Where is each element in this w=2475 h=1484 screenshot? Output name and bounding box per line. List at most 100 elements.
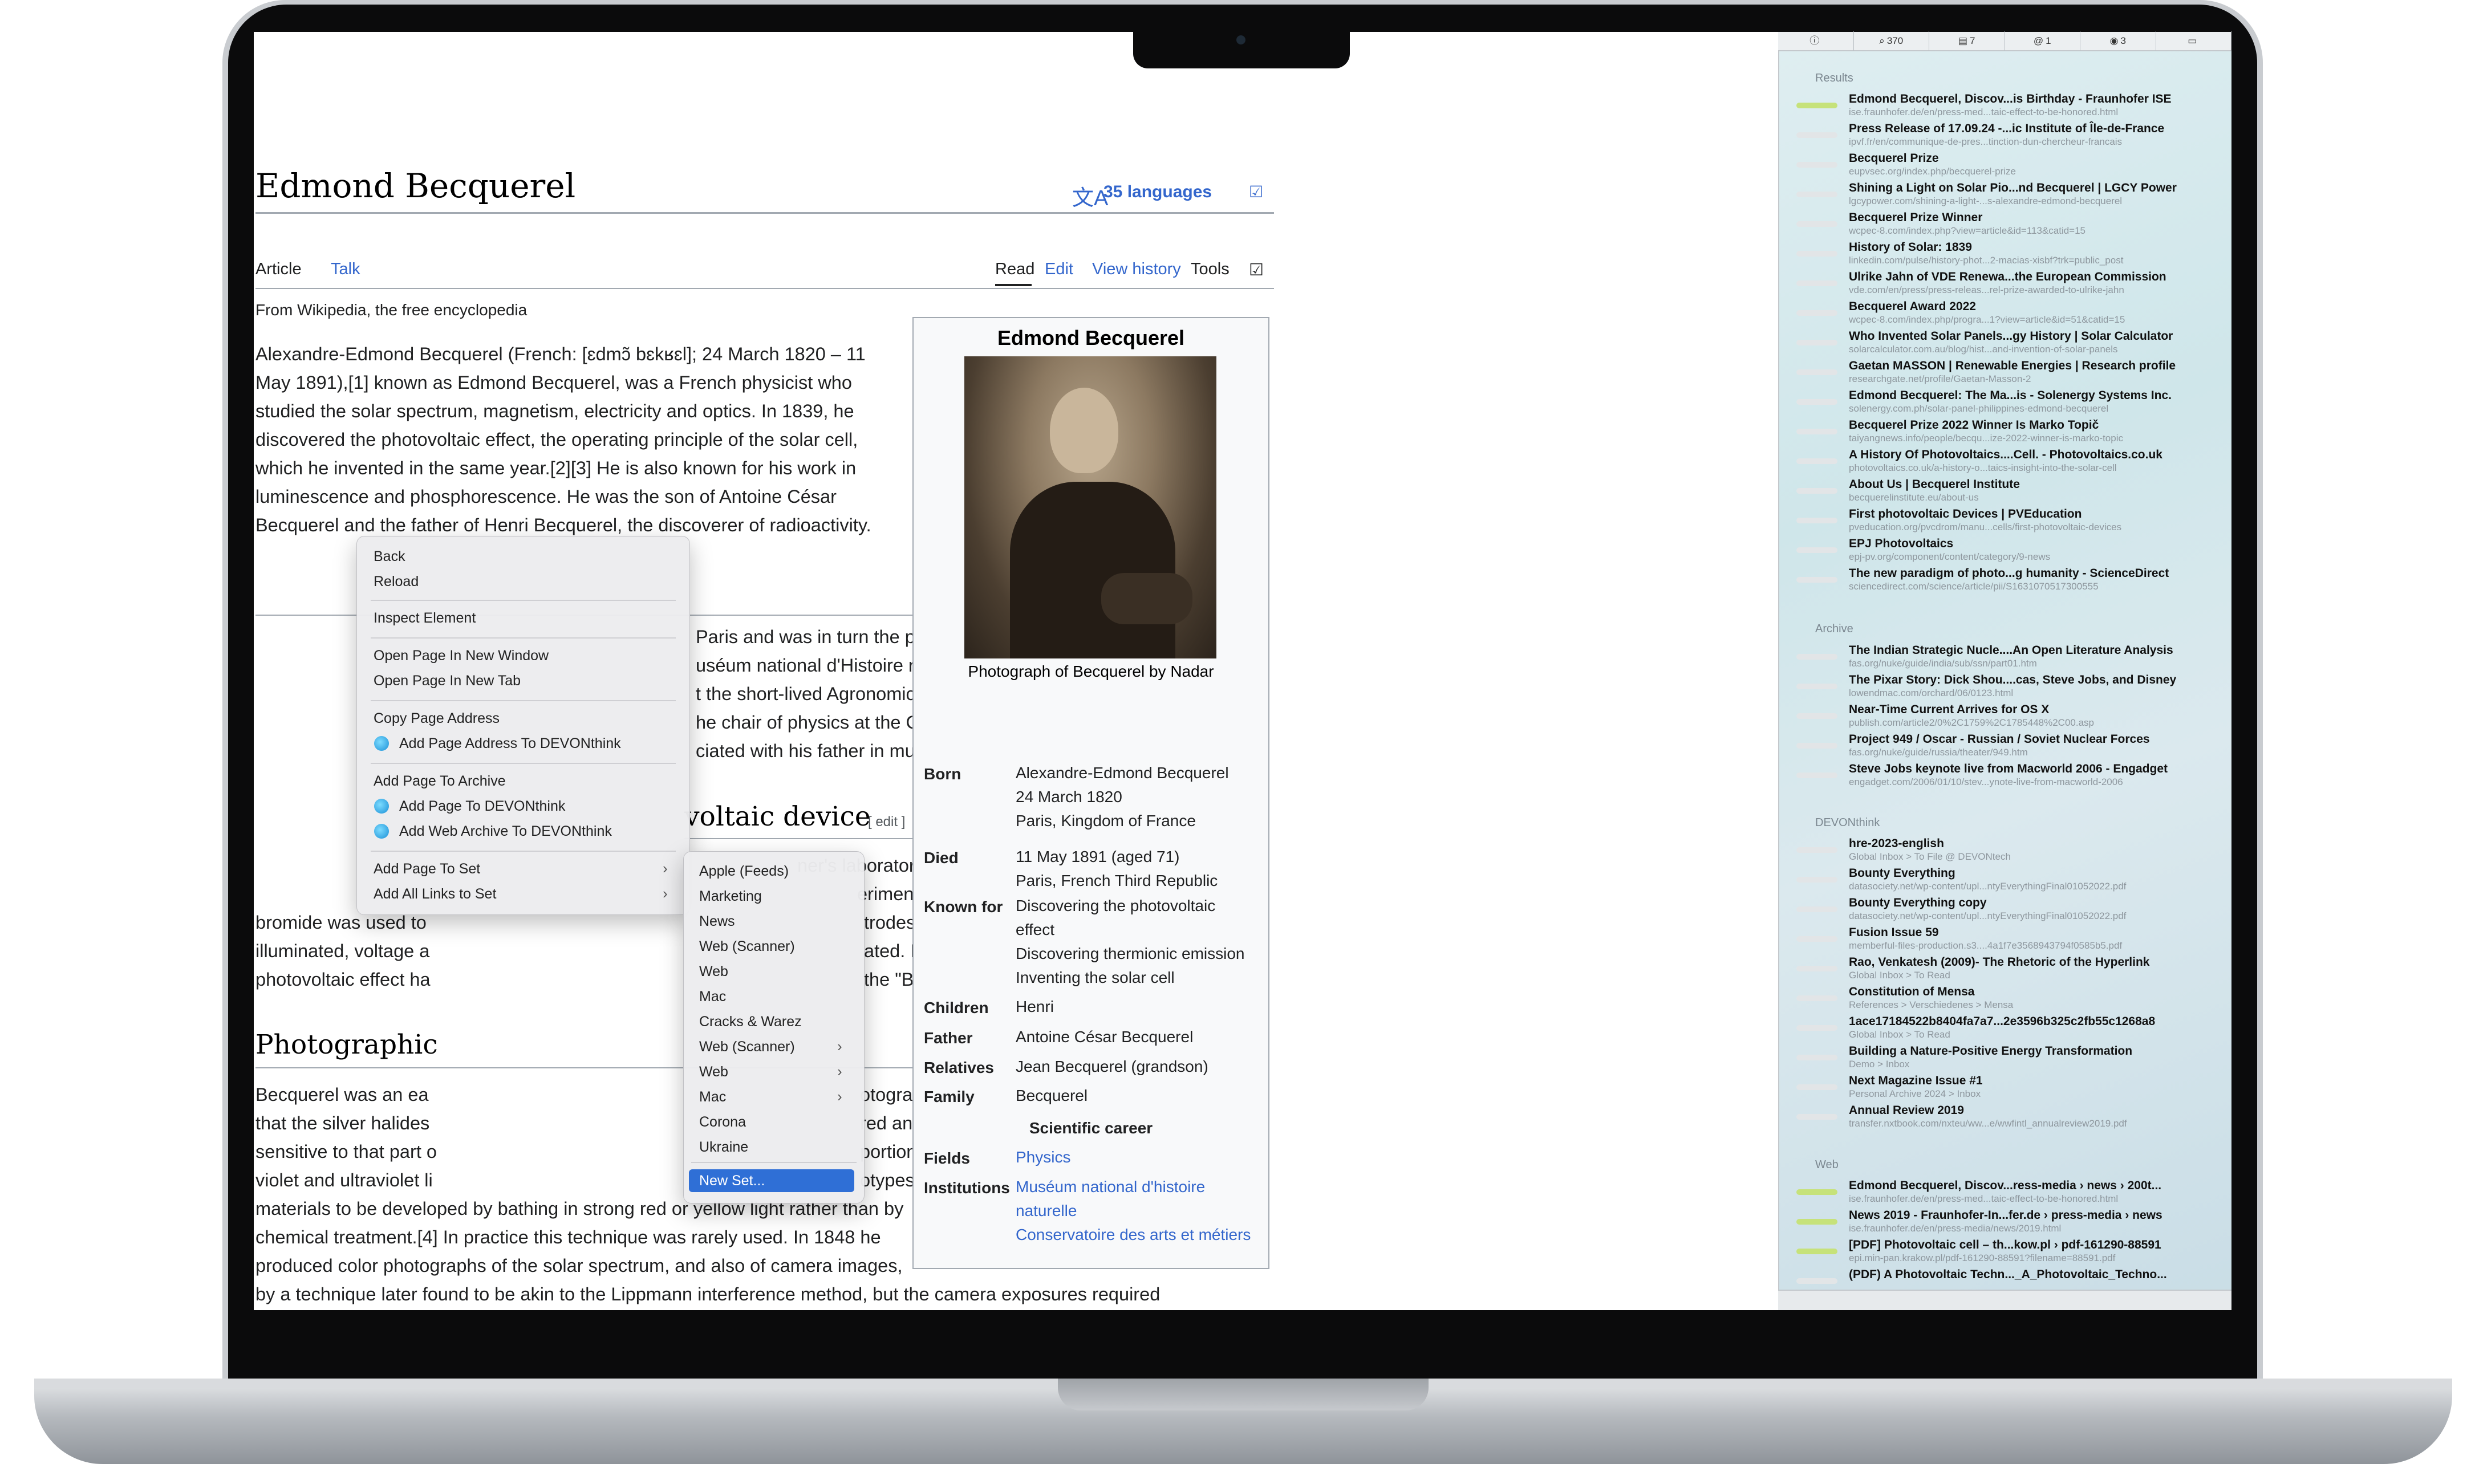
result-item[interactable]: Fusion Issue 59 memberful-files-productio…	[1796, 925, 2218, 954]
toolbar-at-icon[interactable]: @1	[2005, 31, 2080, 51]
text-line: violet and ultraviolet li	[255, 1170, 433, 1190]
result-item[interactable]: 1ace17184522b8404fa7a7...2e3596b325c2fb5…	[1796, 1014, 2218, 1043]
menu-item[interactable]: Add Web Archive To DEVONthink	[399, 823, 612, 840]
text-line: photovoltaic effect ha	[255, 969, 431, 990]
set-item[interactable]: Web	[699, 963, 728, 980]
result-item[interactable]: Ulrike Jahn of VDE Renewa...the European…	[1796, 269, 2218, 299]
result-url: fas.org/nuke/guide/india/sub/ssn/part01.…	[1849, 658, 2037, 669]
menu-item[interactable]: Add Page Address To DEVONthink	[399, 735, 621, 752]
result-item[interactable]: Becquerel Prize Winner wcpec-8.com/index.…	[1796, 210, 2218, 239]
infobox-link[interactable]: Muséum national d'histoire	[1016, 1175, 1267, 1199]
set-item[interactable]: Web (Scanner)	[699, 938, 795, 955]
result-url: solenergy.com.ph/solar-panel-philippines…	[1849, 403, 2109, 414]
result-item[interactable]: Near-Time Current Arrives for OS Xpublis…	[1796, 702, 2218, 731]
result-item[interactable]: Shining a Light on Solar Pio...nd Becque…	[1796, 180, 2218, 210]
result-item[interactable]: The Pixar Story: Dick Shou....cas, Steve…	[1796, 672, 2218, 702]
chevron-down-icon[interactable]: ☑	[1249, 182, 1263, 201]
menu-item[interactable]: Open Page In New Window	[374, 648, 549, 664]
menu-item[interactable]: Inspect Element	[374, 610, 476, 627]
set-item[interactable]: Corona	[699, 1114, 746, 1131]
result-item[interactable]: History of Solar: 1839 linkedin.com/pulse…	[1796, 239, 2218, 269]
toolbar-info-icon[interactable]: ⓘ	[1778, 31, 1854, 51]
result-url: publish.com/article2/0%2C1759%2C1785448%…	[1849, 717, 2094, 728]
tab-read[interactable]: Read	[995, 260, 1034, 279]
tab-edit[interactable]: Edit	[1045, 260, 1073, 279]
menu-item[interactable]: Reload	[374, 574, 419, 590]
tab-talk[interactable]: Talk	[331, 260, 360, 279]
result-item[interactable]: News 2019 - Fraunhofer-In...fer.de › pre…	[1796, 1207, 2218, 1237]
text-line: discovered the photovoltaic effect, the …	[255, 429, 858, 450]
result-item[interactable]: Edmond Becquerel: The Ma...is - Solenerg…	[1796, 388, 2218, 417]
menu-item[interactable]: Open Page In New Tab	[374, 673, 521, 689]
result-title: (PDF) A Photovoltaic Techn..._A_Photovol…	[1849, 1268, 2167, 1281]
menu-item[interactable]: Copy Page Address	[374, 710, 500, 727]
result-item[interactable]: Becquerel Award 2022 wcpec-8.com/index.ph…	[1796, 299, 2218, 328]
infobox-value: Jean Becquerel (grandson)	[1016, 1058, 1208, 1075]
relevance-bar	[1796, 743, 1837, 749]
result-item[interactable]: Becquerel Prize 2022 Winner Is Marko Top…	[1796, 417, 2218, 447]
new-set-item[interactable]: New Set...	[699, 1173, 765, 1189]
result-item[interactable]: Building a Nature-Positive Energy Transf…	[1796, 1043, 2218, 1073]
portrait-photo[interactable]	[964, 356, 1216, 658]
set-item[interactable]: Cracks & Warez	[699, 1014, 802, 1030]
infobox-link[interactable]: naturelle	[1016, 1199, 1267, 1223]
result-item[interactable]: Next Magazine Issue #1 Personal Archive 2…	[1796, 1073, 2218, 1103]
result-item[interactable]: Project 949 / Oscar - Russian / Soviet N…	[1796, 731, 2218, 761]
result-item[interactable]: Who Invented Solar Panels...gy History |…	[1796, 328, 2218, 358]
result-item[interactable]: About Us | Becquerel Institute becquereli…	[1796, 477, 2218, 506]
menu-item[interactable]: Back	[374, 548, 405, 565]
relevance-bar	[1796, 654, 1837, 660]
tab-view-history[interactable]: View history	[1092, 260, 1181, 279]
result-item[interactable]: The new paradigm of photo...g humanity -…	[1796, 566, 2218, 595]
set-item[interactable]: News	[699, 913, 735, 930]
set-item[interactable]: Marketing	[699, 888, 762, 905]
result-item[interactable]: A History Of Photovoltaics....Cell. - Ph…	[1796, 447, 2218, 477]
translate-icon[interactable]: 文A	[1072, 180, 1108, 212]
result-item[interactable]: [PDF] Photovoltaic cell – th...kow.pl › …	[1796, 1237, 2218, 1267]
set-item[interactable]: Apple (Feeds)	[699, 863, 789, 880]
infobox-link[interactable]: Conservatoire des arts et métiers	[1016, 1223, 1267, 1247]
result-item[interactable]: Becquerel Prize eupvsec.org/index.php/bec…	[1796, 151, 2218, 180]
tools-chevron-icon[interactable]: ☑	[1249, 260, 1264, 280]
set-item[interactable]: Web (Scanner)	[699, 1039, 795, 1055]
set-item[interactable]: Mac	[699, 1089, 726, 1105]
set-item[interactable]: Mac	[699, 989, 726, 1005]
result-item[interactable]: Bounty Everything datasociety.net/wp-cont…	[1796, 865, 2218, 895]
toolbar-search-icon[interactable]: ⌕ 370	[1854, 31, 1929, 51]
result-item[interactable]: Edmond Becquerel, Discov...is Birthday -…	[1796, 91, 2218, 121]
result-item[interactable]: Press Release of 17.09.24 -...ic Institu…	[1796, 121, 2218, 151]
result-item[interactable]: Bounty Everything copy datasociety.net/wp…	[1796, 895, 2218, 925]
result-url: Global Inbox > To Read	[1849, 970, 1950, 981]
edit-section-link[interactable]: [ edit ]	[868, 814, 905, 830]
result-item[interactable]: Gaetan MASSON | Renewable Energies | Res…	[1796, 358, 2218, 388]
menu-item[interactable]: Add All Links to Set	[374, 886, 496, 902]
menu-item[interactable]: Add Page To DEVONthink	[399, 798, 565, 815]
toolbar-trash-icon[interactable]: ▭	[2156, 31, 2231, 51]
result-item[interactable]: First photovoltaic Devices | PVEducation…	[1796, 506, 2218, 536]
result-item[interactable]: Edmond Becquerel, Discov...ress-media › …	[1796, 1178, 2218, 1207]
relevance-bar	[1796, 1114, 1837, 1120]
result-url: researchgate.net/profile/Gaetan-Masson-2	[1849, 373, 2031, 384]
result-title: Bounty Everything	[1849, 867, 1955, 880]
result-item[interactable]: Rao, Venkatesh (2009)- The Rhetoric of t…	[1796, 954, 2218, 984]
tab-tools[interactable]: Tools	[1191, 260, 1230, 279]
set-item[interactable]: Web	[699, 1064, 728, 1080]
result-url: Personal Archive 2024 > Inbox	[1849, 1088, 1981, 1099]
toolbar-rss-icon[interactable]: ◉ 3	[2080, 31, 2156, 51]
sidebar-footer	[1778, 1290, 2231, 1310]
result-item[interactable]: hre-2023-english Global Inbox > To File @…	[1796, 836, 2218, 865]
infobox-link[interactable]: Physics	[1016, 1145, 1267, 1169]
result-item[interactable]: EPJ Photovoltaics epj-pv.org/component/co…	[1796, 536, 2218, 566]
result-url: datasociety.net/wp-content/upl...ntyEver…	[1849, 881, 2127, 892]
languages-button[interactable]: 35 languages	[1103, 182, 1212, 202]
menu-item[interactable]: Add Page To Archive	[374, 773, 506, 790]
result-item[interactable]: The Indian Strategic Nucle....An Open Li…	[1796, 643, 2218, 672]
menu-item[interactable]: Add Page To Set	[374, 861, 480, 877]
result-item[interactable]: Annual Review 2019 transfer.nxtbook.com/n…	[1796, 1103, 2218, 1132]
result-item[interactable]: Steve Jobs keynote live from Macworld 20…	[1796, 761, 2218, 791]
result-item[interactable]: Constitution of Mensa References > Versch…	[1796, 984, 2218, 1014]
set-item[interactable]: Ukraine	[699, 1139, 748, 1156]
toolbar-archive-icon[interactable]: ▤ 7	[1929, 31, 2005, 51]
relevance-bar	[1796, 547, 1837, 553]
tab-article[interactable]: Article	[255, 260, 302, 279]
